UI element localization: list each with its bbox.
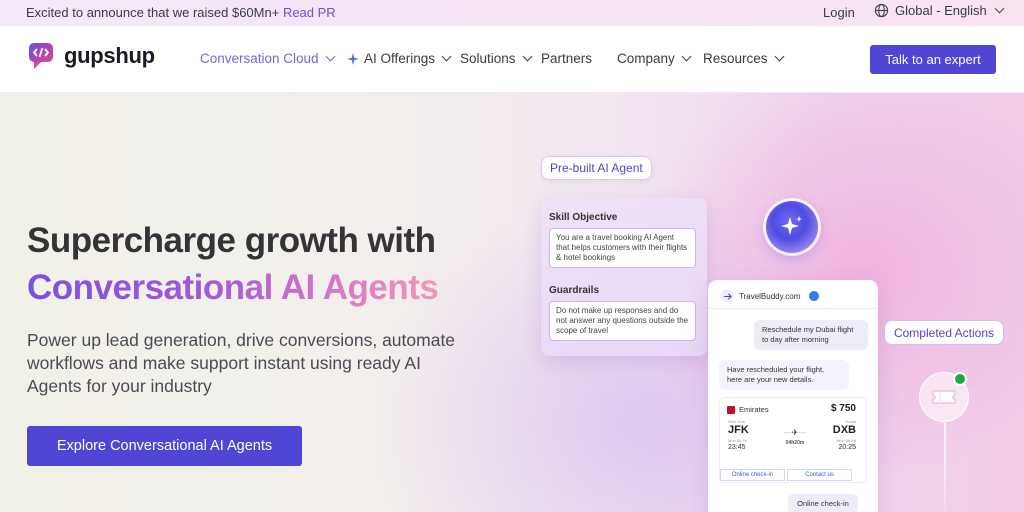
hero-subtitle: Power up lead generation, drive conversi… [27, 330, 456, 396]
prebuilt-agent-badge: Pre-built AI Agent [541, 156, 652, 180]
to-airport: DXB [832, 424, 856, 436]
gupshup-logo-icon [28, 41, 58, 71]
explore-agents-button[interactable]: Explore Conversational AI Agents [27, 426, 302, 466]
read-pr-link[interactable]: Read PR [283, 5, 336, 20]
user-message: Reschedule my Dubai flight to day after … [754, 320, 868, 350]
airplane-icon [723, 292, 732, 300]
announcement: Excited to announce that we raised $60Mn… [26, 5, 336, 20]
ticket-price: $ 750 [830, 403, 856, 414]
chevron-down-icon [774, 51, 784, 61]
talk-to-expert-button[interactable]: Talk to an expert [870, 45, 996, 74]
guardrails-label: Guardrails [549, 285, 600, 296]
menu-partners[interactable]: Partners [541, 51, 592, 66]
menu-label: Solutions [460, 51, 516, 66]
chat-header: TravelBuddy.com [720, 289, 820, 303]
chevron-down-icon [522, 51, 532, 61]
language-label: Global - English [895, 3, 987, 18]
menu-label: Conversation Cloud [200, 51, 319, 66]
ai-sparkle-orb [766, 201, 818, 253]
chevron-down-icon [681, 51, 692, 61]
to-date: Mon 06 Fri [836, 438, 856, 443]
from-time: 23:45 [728, 444, 746, 451]
login-link[interactable]: Login [823, 5, 855, 20]
flight-duration: 04h20m [785, 440, 805, 446]
main-nav: gupshup Conversation Cloud AI Offerings … [0, 26, 1024, 93]
ticket-icon [932, 390, 956, 404]
hero-title-line1: Supercharge growth with [27, 221, 436, 260]
chevron-down-icon [441, 51, 452, 61]
guardrails-text: Do not make up responses and do not answ… [549, 301, 696, 341]
agent-config-card: Skill Objective You are a travel booking… [541, 198, 707, 356]
globe-icon [874, 3, 889, 18]
logo[interactable]: gupshup [28, 41, 155, 71]
flight-ticket-card: Emirates $ 750 New York JFK Mon 05 Fri 2… [719, 397, 867, 483]
bot-message: Have rescheduled your flight, here are y… [719, 360, 849, 390]
airline-name: Emirates [739, 405, 769, 414]
flow-arrow [944, 423, 946, 512]
menu-solutions[interactable]: Solutions [460, 51, 532, 66]
sparkle-icon [347, 52, 359, 65]
announcement-bar: Excited to announce that we raised $60Mn… [0, 0, 1024, 26]
contact-us-button[interactable]: Contact us [787, 469, 852, 481]
chat-avatar [720, 289, 734, 303]
chevron-down-icon [325, 51, 336, 61]
chat-divider [708, 308, 878, 309]
menu-label: AI Offerings [364, 51, 436, 66]
from-airport: JFK [728, 424, 749, 436]
menu-ai-offerings[interactable]: AI Offerings [347, 51, 452, 66]
menu-label: Partners [541, 51, 593, 66]
chat-name: TravelBuddy.com [739, 291, 801, 301]
language-selector[interactable]: Global - English [874, 3, 1005, 18]
completed-actions-badge: Completed Actions [884, 320, 1004, 345]
user-message-2: Online check-in [788, 494, 858, 512]
hero-title-line2: Conversational AI Agents [27, 268, 439, 307]
logo-text: gupshup [64, 43, 155, 68]
announcement-text: Excited to announce that we raised $60Mn… [26, 5, 280, 20]
verified-icon [809, 291, 820, 301]
to-time: 20:25 [838, 444, 856, 451]
menu-label: Company [617, 51, 675, 66]
flight-path: ---✈--- [783, 428, 807, 437]
menu-conversation-cloud[interactable]: Conversation Cloud [200, 51, 336, 66]
from-date: Mon 05 Fri [728, 438, 748, 443]
emirates-logo-icon [727, 405, 735, 414]
hero-section: Supercharge growth with Conversational A… [0, 93, 1024, 512]
menu-label: Resources [703, 51, 768, 66]
chevron-down-icon [994, 3, 1005, 13]
online-checkin-button[interactable]: Online check-in [720, 469, 785, 481]
skill-objective-label: Skill Objective [549, 212, 618, 223]
menu-resources[interactable]: Resources [703, 51, 784, 66]
location-pin-icon [953, 372, 967, 386]
menu-company[interactable]: Company [617, 51, 692, 66]
sparkle-icon [781, 216, 802, 235]
skill-objective-text: You are a travel booking AI Agent that h… [549, 228, 696, 268]
chat-phone-mockup: TravelBuddy.com Reschedule my Dubai flig… [708, 280, 878, 512]
